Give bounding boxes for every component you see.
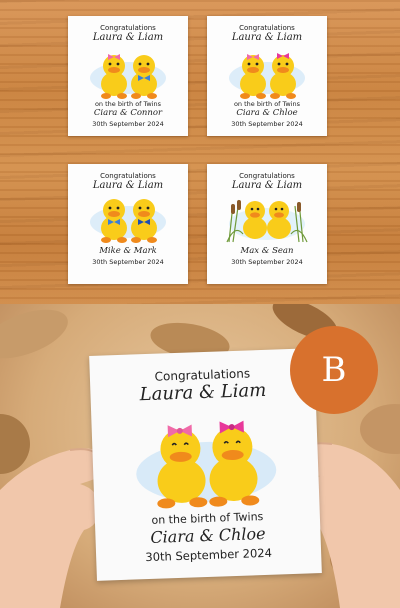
card-design-1: Congratulations Laura & Liam on the birt… xyxy=(68,16,188,136)
card-parent-names: Laura & Liam xyxy=(92,32,164,43)
card-date: 30th September 2024 xyxy=(92,258,164,266)
design-letter-badge: B xyxy=(290,326,378,414)
card-date: 30th September 2024 xyxy=(231,258,303,266)
card-parent-names: Laura & Liam xyxy=(231,180,303,191)
card-congratulations: Congratulations xyxy=(239,24,295,32)
card-birth-line: on the birth of Twins xyxy=(94,100,162,108)
duck-twins-illustration xyxy=(90,54,166,99)
card-baby-names: Ciara & Chloe xyxy=(236,108,298,118)
card-design-4: Congratulations Laura & Liam Max & Sean … xyxy=(207,164,327,284)
card-congratulations: Congratulations xyxy=(100,24,156,32)
duck-twins-reeds-illustration xyxy=(226,199,308,243)
card-parent-names: Laura & Liam xyxy=(92,180,164,191)
card-parent-names: Laura & Liam xyxy=(231,32,303,43)
card-baby-names: Mike & Mark xyxy=(99,246,157,256)
duck-twins-illustration xyxy=(229,53,305,99)
card-date: 30th September 2024 xyxy=(92,120,164,128)
featured-duck-twins-illustration xyxy=(136,420,277,509)
featured-card: Congratulations Laura & Liam on the birt… xyxy=(89,348,322,581)
wood-background xyxy=(0,0,400,304)
card-baby-names: Max & Sean xyxy=(240,246,294,256)
card-baby-names: Ciara & Connor xyxy=(93,108,163,118)
card-date: 30th September 2024 xyxy=(231,120,303,128)
duck-twins-illustration xyxy=(90,199,166,243)
card-congratulations: Congratulations xyxy=(100,172,156,180)
card-birth-line: on the birth of Twins xyxy=(233,100,301,108)
dried-leaf xyxy=(0,304,75,369)
card-congratulations: Congratulations xyxy=(239,172,295,180)
card-design-2: Congratulations Laura & Liam on the birt… xyxy=(207,16,327,136)
card-design-3: Congratulations Laura & Liam Mike & Mark… xyxy=(68,164,188,284)
